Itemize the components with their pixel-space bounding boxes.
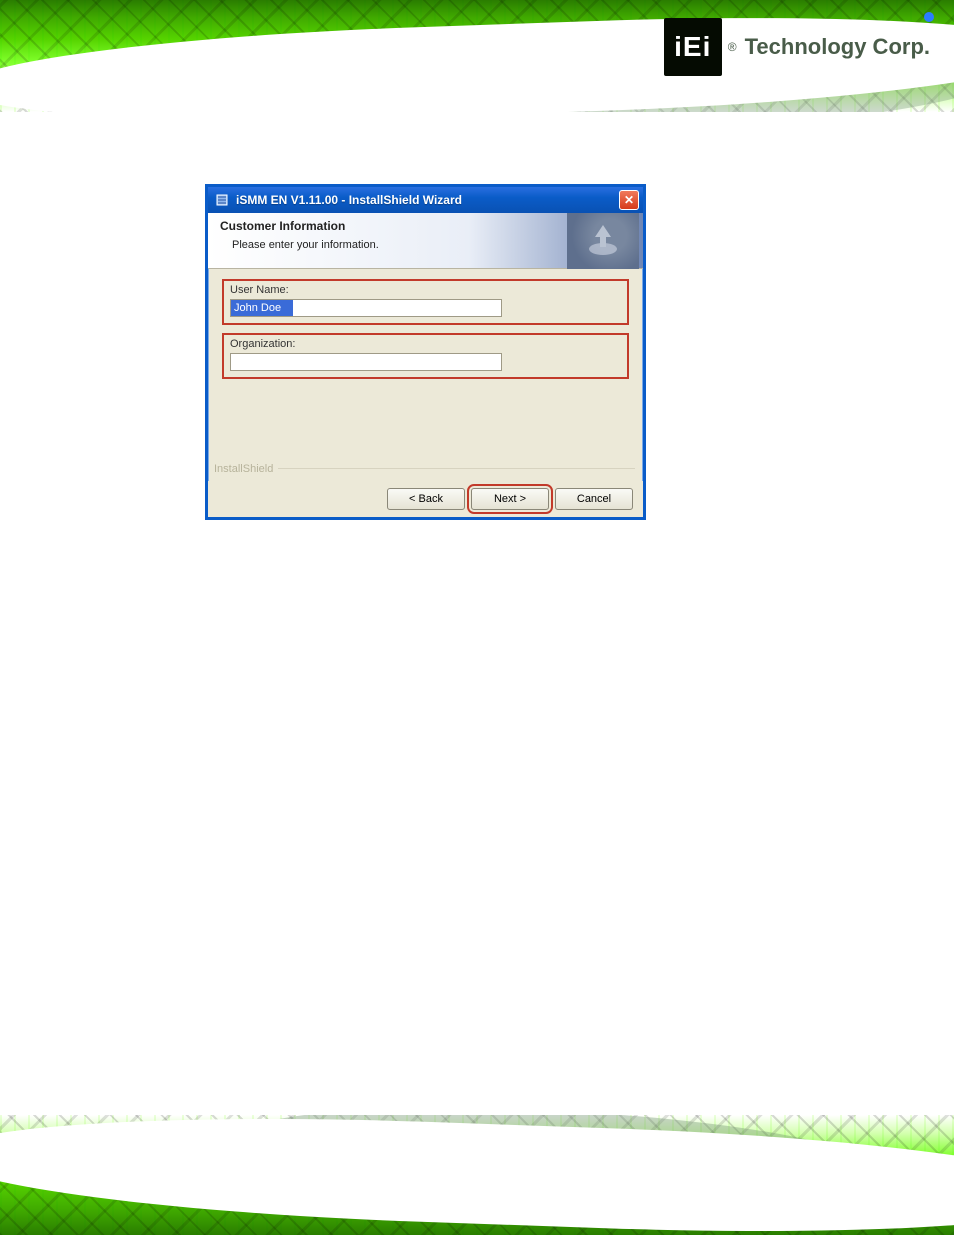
footer-panel: < Back Next > Cancel <box>208 481 643 517</box>
brand-logo-area: iEi ® Technology Corp. <box>664 18 930 76</box>
top-banner: iEi ® Technology Corp. <box>0 0 954 112</box>
divider-line <box>278 468 635 469</box>
brand-name: Technology Corp. <box>745 34 930 60</box>
close-button[interactable]: ✕ <box>619 190 639 210</box>
username-input[interactable] <box>230 299 502 317</box>
body-panel: User Name: Organization: InstallShield <box>208 269 643 481</box>
installer-icon <box>214 192 230 208</box>
close-icon: ✕ <box>624 194 634 206</box>
titlebar[interactable]: iSMM EN V1.11.00 - InstallShield Wizard … <box>208 187 643 213</box>
next-button[interactable]: Next > <box>471 488 549 510</box>
username-label: User Name: <box>230 284 621 296</box>
header-panel: Customer Information Please enter your i… <box>208 213 643 269</box>
disc-arrow-icon <box>581 219 625 263</box>
registered-mark: ® <box>728 40 737 54</box>
organization-label: Organization: <box>230 338 621 350</box>
brand-logo-icon: iEi <box>664 18 722 76</box>
organization-group: Organization: <box>222 333 629 379</box>
organization-input[interactable] <box>230 353 502 371</box>
bottom-banner <box>0 1115 954 1235</box>
header-graphic <box>567 213 639 269</box>
cancel-button[interactable]: Cancel <box>555 488 633 510</box>
installshield-watermark: InstallShield <box>214 463 273 475</box>
back-button[interactable]: < Back <box>387 488 465 510</box>
brand-logo-dot <box>924 12 934 22</box>
brand-logo-text: iEi <box>674 31 711 63</box>
username-group: User Name: <box>222 279 629 325</box>
installer-window: iSMM EN V1.11.00 - InstallShield Wizard … <box>205 184 646 520</box>
window-title: iSMM EN V1.11.00 - InstallShield Wizard <box>236 193 619 207</box>
